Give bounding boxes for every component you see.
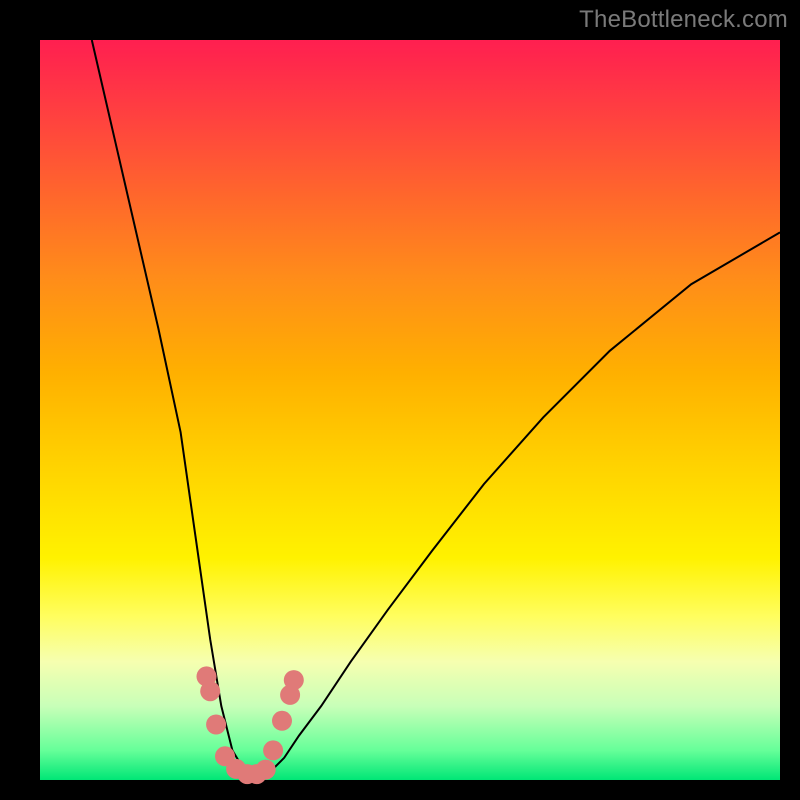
valley-markers <box>197 666 304 784</box>
plot-area <box>40 40 780 780</box>
outer-frame: TheBottleneck.com <box>0 0 800 800</box>
valley-dot <box>272 711 292 731</box>
valley-dot <box>263 740 283 760</box>
watermark-text: TheBottleneck.com <box>579 6 788 34</box>
curve-svg <box>40 40 780 780</box>
bottleneck-curve <box>92 40 780 780</box>
valley-dot <box>200 681 220 701</box>
valley-dot <box>206 715 226 735</box>
valley-dot <box>256 760 276 780</box>
valley-dot <box>284 670 304 690</box>
